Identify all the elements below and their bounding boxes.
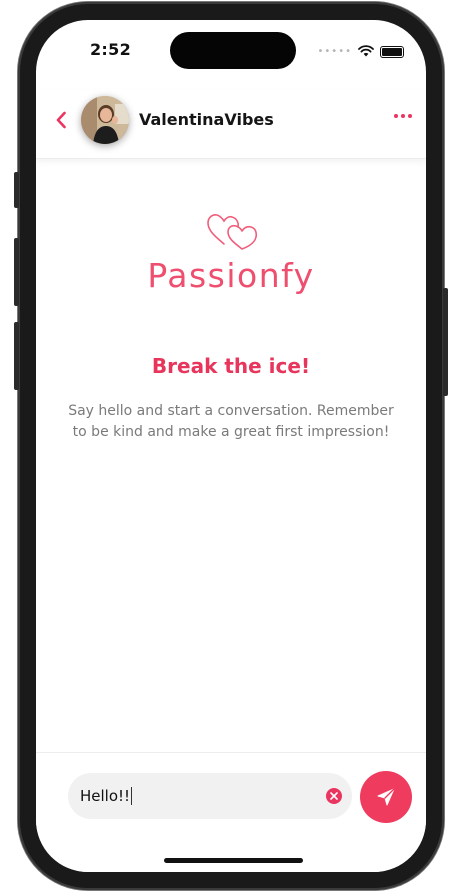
wifi-icon	[358, 42, 374, 61]
send-icon	[377, 788, 395, 806]
battery-icon	[380, 45, 404, 58]
chevron-left-icon	[56, 111, 66, 129]
message-input[interactable]: Hello!!	[68, 773, 352, 819]
mute-switch	[14, 172, 19, 208]
volume-up-button	[14, 238, 19, 306]
clear-input-button[interactable]	[326, 788, 342, 804]
passionfy-hearts-logo	[36, 208, 426, 256]
avatar[interactable]	[81, 96, 129, 144]
chat-header: ValentinaVibes	[36, 90, 426, 159]
dynamic-island	[170, 32, 296, 69]
message-input-value: Hello!!	[80, 787, 131, 805]
home-indicator[interactable]	[164, 858, 303, 863]
power-button	[443, 288, 448, 396]
app-screen: 2:52 ••••• ValentinaVibes Passionfy Brea…	[36, 20, 426, 872]
chat-username[interactable]: ValentinaVibes	[139, 110, 274, 129]
clear-icon	[330, 792, 338, 800]
status-icons: •••••	[317, 42, 404, 61]
back-button[interactable]	[50, 108, 72, 132]
more-dots-icon	[394, 114, 398, 118]
message-composer: Hello!!	[36, 752, 426, 872]
more-options-button[interactable]	[394, 114, 412, 118]
volume-down-button	[14, 322, 19, 390]
empty-state-subtitle: Say hello and start a conversation. Reme…	[68, 403, 394, 440]
empty-state-title: Break the ice!	[151, 354, 311, 378]
signal-dots-icon: •••••	[317, 46, 352, 57]
send-button[interactable]	[360, 771, 412, 823]
text-caret	[131, 787, 133, 805]
brand-name: Passionfy	[147, 256, 315, 295]
status-time: 2:52	[90, 40, 131, 59]
